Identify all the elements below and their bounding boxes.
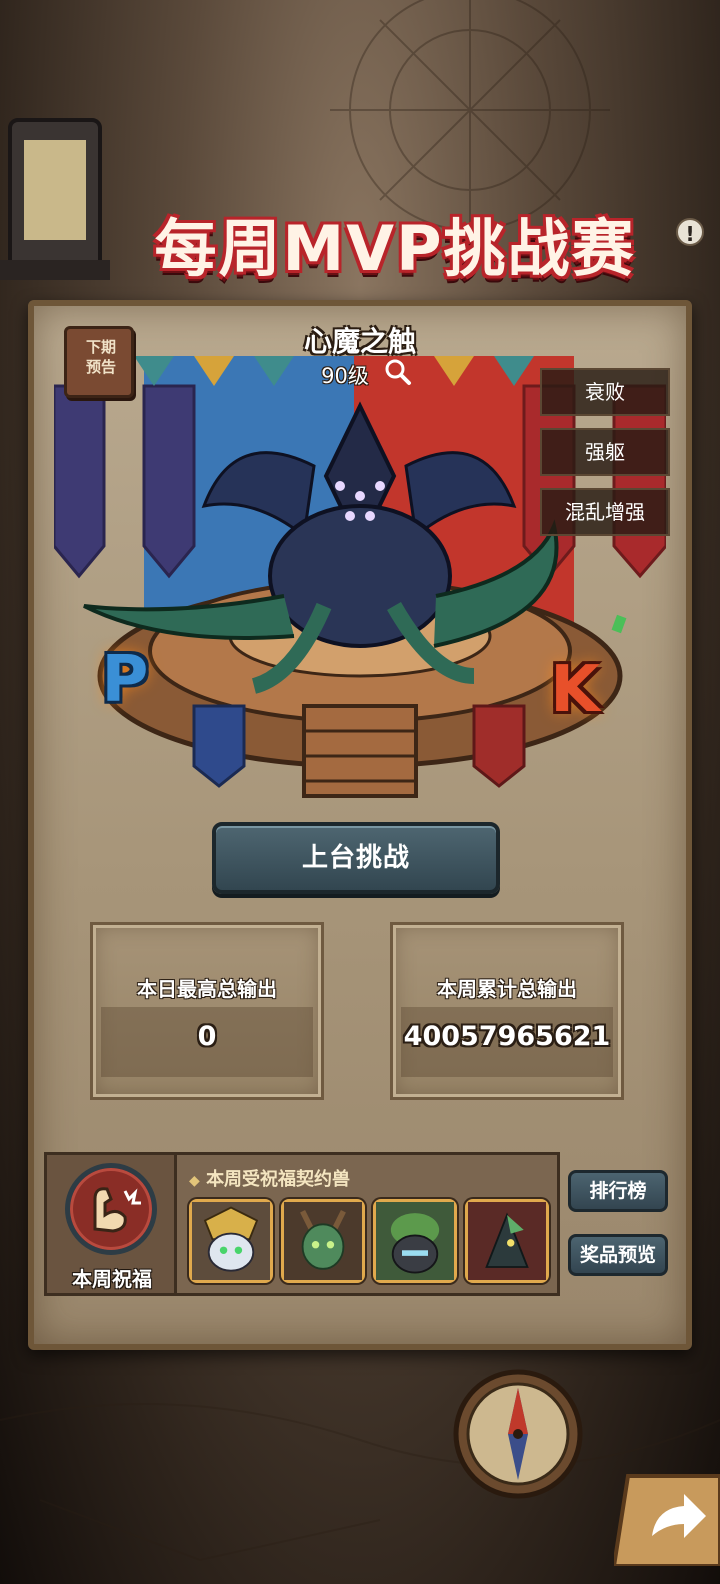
stat-label: 本日最高总输出 bbox=[137, 977, 277, 1001]
boss-level: 90级 bbox=[321, 364, 369, 388]
boss-arena bbox=[54, 356, 666, 798]
debuff-tag[interactable]: 强躯 bbox=[540, 428, 670, 476]
reward-preview-button[interactable]: 奖品预览 bbox=[568, 1234, 668, 1276]
stat-value: 40057965621 bbox=[403, 1021, 611, 1052]
weekly-total-output-card: 本周累计总输出 40057965621 bbox=[390, 922, 624, 1100]
info-icon[interactable]: ! bbox=[676, 218, 704, 246]
next-period-label: 下期 预告 bbox=[85, 338, 116, 376]
leaderboard-button[interactable]: 排行榜 bbox=[568, 1170, 668, 1212]
pet-dark-bird-icon bbox=[468, 1202, 546, 1280]
blessing-heading: ◆ 本周受祝福契约兽 bbox=[189, 1165, 489, 1191]
pet-horned-green-icon bbox=[284, 1202, 362, 1280]
blessed-pet-slot[interactable] bbox=[465, 1199, 549, 1283]
boss-name: 心魔之触 bbox=[303, 325, 416, 358]
pk-sign-p: P bbox=[101, 643, 149, 717]
stat-value: 0 bbox=[197, 1021, 217, 1052]
weekly-blessing-panel: 本周祝福 ◆ 本周受祝福契约兽 bbox=[44, 1152, 560, 1296]
blessing-label: 本周祝福 bbox=[72, 1267, 152, 1291]
stat-label: 本周累计总输出 bbox=[437, 977, 577, 1001]
blessed-pet-slot[interactable] bbox=[281, 1199, 365, 1283]
daily-best-output-card: 本日最高总输出 0 bbox=[90, 922, 324, 1100]
blessing-heading-text: 本周受祝福契约兽 bbox=[206, 1169, 351, 1190]
weekly-blessing-button[interactable]: 本周祝福 bbox=[47, 1155, 177, 1293]
blessed-pet-slot[interactable] bbox=[373, 1199, 457, 1283]
page-title: 每周MVP挑战赛 bbox=[154, 212, 636, 285]
debuff-tag[interactable]: 混乱增强 bbox=[540, 488, 670, 536]
pk-sign-k: K bbox=[550, 653, 600, 727]
next-period-preview-button[interactable]: 下期 预告 bbox=[64, 326, 134, 398]
search-icon[interactable] bbox=[384, 358, 412, 386]
blessing-emblem bbox=[65, 1163, 157, 1255]
pet-moss-golem-icon bbox=[376, 1202, 454, 1280]
diamond-bullet-icon: ◆ bbox=[189, 1173, 200, 1189]
game-scene: 每周MVP挑战赛 ! 下期 预告 心魔之触 90级 衰败 强躯 混乱增强 P K… bbox=[0, 0, 720, 1584]
share-arrow-icon[interactable] bbox=[614, 1466, 720, 1566]
debuff-tag[interactable]: 衰败 bbox=[540, 368, 670, 416]
challenge-button[interactable]: 上台挑战 bbox=[212, 822, 500, 894]
compass-icon[interactable] bbox=[448, 1364, 588, 1504]
flexed-arm-icon bbox=[93, 1187, 141, 1233]
blessed-pet-slot[interactable] bbox=[189, 1199, 273, 1283]
pet-white-armored-icon bbox=[192, 1202, 270, 1280]
